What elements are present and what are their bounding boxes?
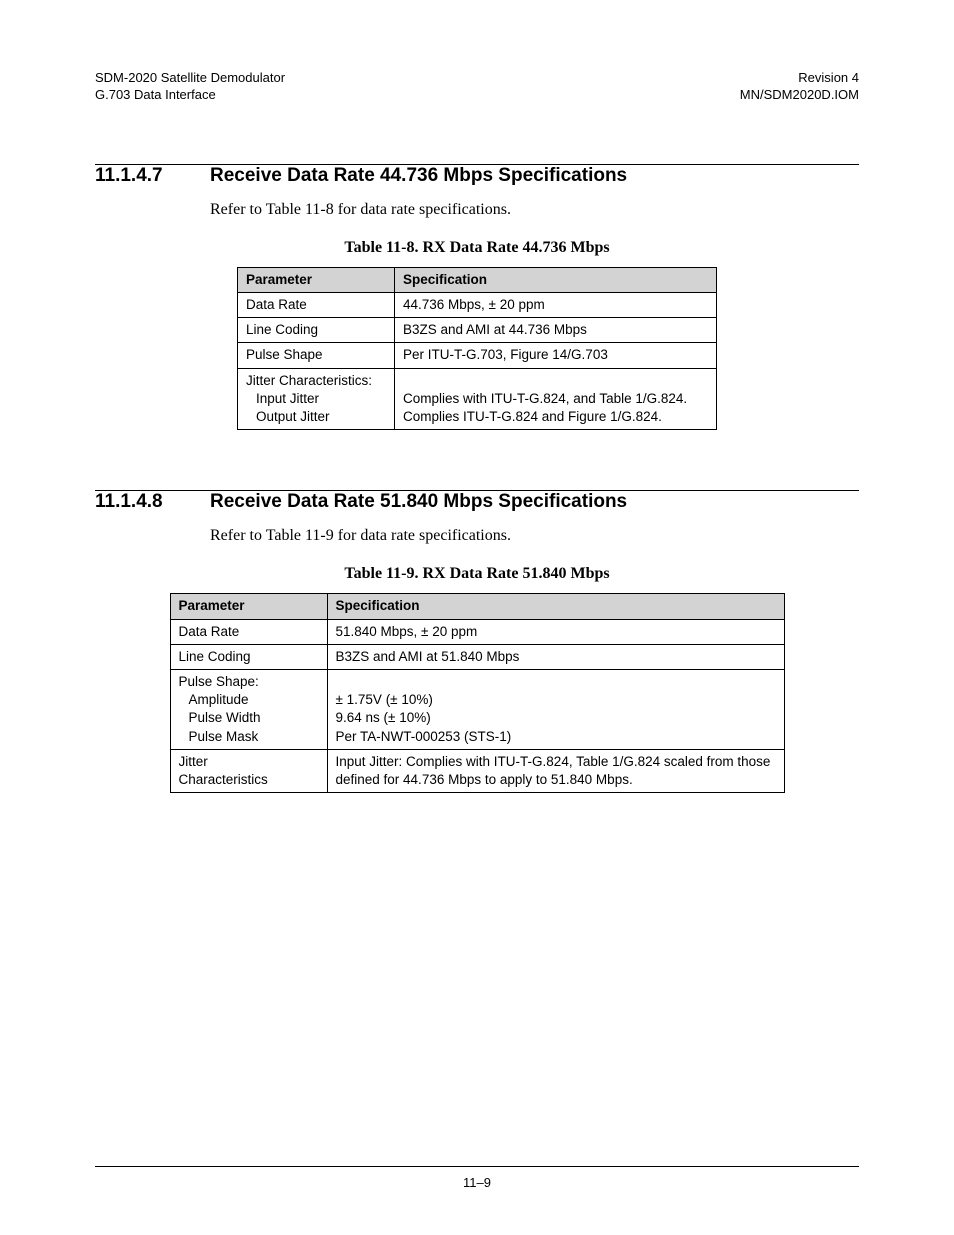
- section-heading: 11.1.4.8 Receive Data Rate 51.840 Mbps S…: [95, 491, 859, 513]
- table-row: Pulse Shape Per ITU-T-G.703, Figure 14/G…: [238, 343, 717, 368]
- page-footer: 11–9: [95, 1166, 859, 1190]
- cell-specification: B3ZS and AMI at 51.840 Mbps: [327, 644, 784, 669]
- header-right-line1: Revision 4: [740, 70, 859, 87]
- table-row: Data Rate 51.840 Mbps, ± 20 ppm: [170, 619, 784, 644]
- page: SDM-2020 Satellite Demodulator G.703 Dat…: [0, 0, 954, 1235]
- header-left-line2: G.703 Data Interface: [95, 87, 285, 104]
- section-number: 11.1.4.7: [95, 165, 210, 187]
- cell-specification: 51.840 Mbps, ± 20 ppm: [327, 619, 784, 644]
- spec-line: Complies ITU-T-G.824 and Figure 1/G.824.: [403, 409, 662, 424]
- spec-line: Per TA-NWT-000253 (STS-1): [336, 729, 512, 744]
- cell-parameter: Line Coding: [170, 644, 327, 669]
- header-right: Revision 4 MN/SDM2020D.IOM: [740, 70, 859, 104]
- cell-specification: 44.736 Mbps, ± 20 ppm: [395, 293, 717, 318]
- section-number: 11.1.4.8: [95, 491, 210, 513]
- cell-specification: Complies with ITU-T-G.824, and Table 1/G…: [395, 368, 717, 430]
- table-caption: Table 11-8. RX Data Rate 44.736 Mbps: [95, 239, 859, 257]
- footer-rule: [95, 1166, 859, 1167]
- cell-parameter: Pulse Shape: Amplitude Pulse Width Pulse…: [170, 669, 327, 749]
- param-line: Jitter Characteristics:: [246, 373, 372, 388]
- table-11-9: Parameter Specification Data Rate 51.840…: [170, 593, 785, 793]
- param-line: Amplitude: [179, 691, 319, 709]
- table-11-8: Parameter Specification Data Rate 44.736…: [237, 267, 717, 431]
- section-heading: 11.1.4.7 Receive Data Rate 44.736 Mbps S…: [95, 165, 859, 187]
- table-row: Pulse Shape: Amplitude Pulse Width Pulse…: [170, 669, 784, 749]
- header-right-line2: MN/SDM2020D.IOM: [740, 87, 859, 104]
- cell-parameter: Line Coding: [238, 318, 395, 343]
- table-row: Data Rate 44.736 Mbps, ± 20 ppm: [238, 293, 717, 318]
- cell-parameter: Data Rate: [170, 619, 327, 644]
- table-header-row: Parameter Specification: [238, 267, 717, 292]
- table-header-row: Parameter Specification: [170, 594, 784, 619]
- header-left-line1: SDM-2020 Satellite Demodulator: [95, 70, 285, 87]
- th-parameter: Parameter: [170, 594, 327, 619]
- param-line: Pulse Shape:: [179, 674, 259, 689]
- th-specification: Specification: [327, 594, 784, 619]
- param-line: Output Jitter: [246, 408, 386, 426]
- cell-parameter: Jitter Characteristics: [170, 749, 327, 792]
- param-line: Input Jitter: [246, 390, 386, 408]
- spec-line: Complies with ITU-T-G.824, and Table 1/G…: [403, 391, 687, 406]
- cell-parameter: Data Rate: [238, 293, 395, 318]
- table-row: Line Coding B3ZS and AMI at 44.736 Mbps: [238, 318, 717, 343]
- page-header: SDM-2020 Satellite Demodulator G.703 Dat…: [95, 70, 859, 104]
- param-line: Characteristics: [179, 772, 268, 787]
- param-line: Jitter: [179, 754, 208, 769]
- cell-specification: ± 1.75V (± 10%) 9.64 ns (± 10%) Per TA-N…: [327, 669, 784, 749]
- section-title: Receive Data Rate 51.840 Mbps Specificat…: [210, 491, 627, 513]
- th-parameter: Parameter: [238, 267, 395, 292]
- section-title: Receive Data Rate 44.736 Mbps Specificat…: [210, 165, 627, 187]
- section-intro: Refer to Table 11-9 for data rate specif…: [210, 527, 859, 545]
- table-row: Jitter Characteristics: Input Jitter Out…: [238, 368, 717, 430]
- table-caption: Table 11-9. RX Data Rate 51.840 Mbps: [95, 565, 859, 583]
- spec-line: 9.64 ns (± 10%): [336, 710, 431, 725]
- param-line: Pulse Width: [179, 709, 319, 727]
- cell-parameter: Jitter Characteristics: Input Jitter Out…: [238, 368, 395, 430]
- spec-line: ± 1.75V (± 10%): [336, 692, 433, 707]
- section-intro: Refer to Table 11-8 for data rate specif…: [210, 201, 859, 219]
- cell-specification: Per ITU-T-G.703, Figure 14/G.703: [395, 343, 717, 368]
- cell-specification: Input Jitter: Complies with ITU-T-G.824,…: [327, 749, 784, 792]
- th-specification: Specification: [395, 267, 717, 292]
- header-left: SDM-2020 Satellite Demodulator G.703 Dat…: [95, 70, 285, 104]
- page-number: 11–9: [95, 1175, 859, 1190]
- param-line: Pulse Mask: [179, 728, 319, 746]
- cell-specification: B3ZS and AMI at 44.736 Mbps: [395, 318, 717, 343]
- section-11-1-4-7: 11.1.4.7 Receive Data Rate 44.736 Mbps S…: [95, 164, 859, 431]
- table-row: Jitter Characteristics Input Jitter: Com…: [170, 749, 784, 792]
- cell-parameter: Pulse Shape: [238, 343, 395, 368]
- table-row: Line Coding B3ZS and AMI at 51.840 Mbps: [170, 644, 784, 669]
- section-11-1-4-8: 11.1.4.8 Receive Data Rate 51.840 Mbps S…: [95, 490, 859, 793]
